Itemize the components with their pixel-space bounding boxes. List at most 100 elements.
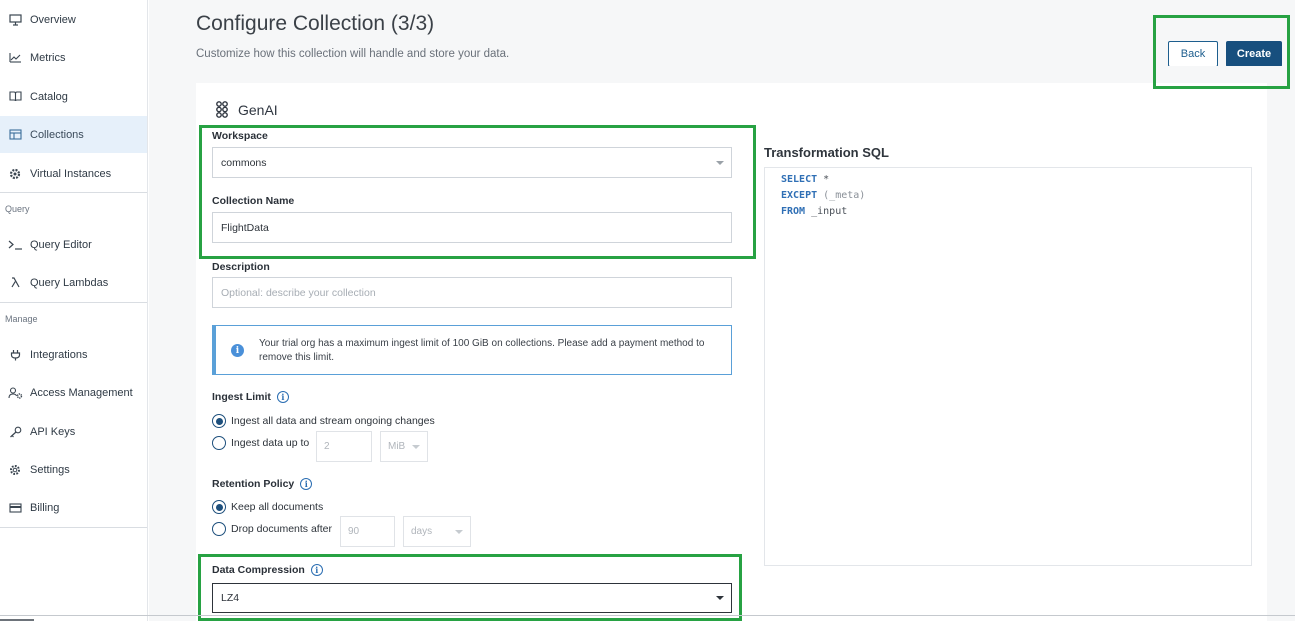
chevron-down-icon — [716, 160, 724, 165]
sidebar-item-label: Query Editor — [30, 238, 92, 251]
workspace-select[interactable]: commons — [212, 147, 732, 178]
sidebar-item-billing[interactable]: Billing — [0, 489, 147, 526]
retention-policy-label: Retention Policy i — [212, 478, 313, 490]
trial-limit-alert: i Your trial org has a maximum ingest li… — [212, 325, 732, 375]
retention-unit-select[interactable]: days — [403, 516, 471, 547]
page-title: Configure Collection (3/3) — [196, 12, 435, 35]
sidebar-item-label: Integrations — [30, 348, 88, 361]
ingest-limit-label: Ingest Limit i — [212, 391, 289, 403]
ingest-limit-label-text: Ingest Limit — [212, 391, 271, 403]
ingest-all-label: Ingest all data and stream ongoing chang… — [231, 415, 435, 427]
data-compression-label: Data Compression i — [212, 564, 323, 576]
chevron-down-icon — [455, 529, 463, 534]
ingest-up-to-radio[interactable] — [212, 436, 226, 450]
gear-chip-icon — [0, 168, 30, 180]
description-placeholder: Optional: describe your collection — [221, 286, 376, 299]
keep-all-option[interactable]: Keep all documents — [212, 500, 323, 514]
sql-keyword: SELECT — [781, 174, 818, 185]
sql-text: _meta — [829, 190, 860, 201]
ingest-amount-value: 2 — [324, 441, 330, 452]
sql-keyword: FROM — [781, 206, 806, 217]
sidebar-item-collections[interactable]: Collections — [0, 116, 147, 153]
ingest-up-to-option[interactable]: Ingest data up to — [212, 436, 309, 450]
chevron-down-icon — [412, 444, 420, 449]
collection-name-label: Collection Name — [212, 195, 295, 207]
retention-amount-input[interactable]: 90 — [340, 516, 395, 547]
transformation-sql-title: Transformation SQL — [764, 145, 889, 160]
data-compression-select[interactable]: LZ4 — [212, 583, 732, 613]
sidebar-item-access-management[interactable]: Access Management — [0, 374, 147, 411]
sidebar: Overview Metrics Catalog Collections Vir… — [0, 0, 148, 621]
sql-line-2: EXCEPT (_meta) — [781, 190, 865, 201]
sidebar-item-label: Virtual Instances — [30, 167, 112, 180]
sidebar-section-manage: Manage — [5, 314, 38, 324]
sidebar-item-label: Access Management — [30, 386, 133, 399]
sidebar-section-query: Query — [5, 204, 30, 214]
sql-line-3: FROM _input — [781, 206, 847, 217]
sql-editor[interactable]: SELECT * EXCEPT (_meta) FROM _input — [764, 167, 1252, 566]
sidebar-item-label: Settings — [30, 463, 70, 476]
sql-paren: ) — [859, 190, 866, 201]
monitor-icon — [0, 13, 30, 26]
collection-name-value: FlightData — [221, 221, 269, 234]
sql-text: _input — [805, 206, 848, 217]
ingest-unit-value: MiB — [388, 441, 406, 452]
sidebar-item-label: Billing — [30, 501, 60, 514]
sql-text: * — [817, 174, 830, 185]
info-icon[interactable]: i — [310, 564, 323, 576]
workspace-value: commons — [221, 156, 267, 169]
ingest-all-radio[interactable] — [212, 414, 226, 428]
info-icon[interactable]: i — [300, 478, 313, 490]
gear-icon — [0, 464, 30, 476]
ingest-all-option[interactable]: Ingest all data and stream ongoing chang… — [212, 414, 435, 428]
sidebar-item-metrics[interactable]: Metrics — [0, 39, 147, 76]
sidebar-item-catalog[interactable]: Catalog — [0, 78, 147, 115]
sidebar-item-query-editor[interactable]: Query Editor — [0, 226, 147, 263]
source-name: GenAI — [238, 101, 278, 118]
data-compression-label-text: Data Compression — [212, 564, 305, 576]
key-icon — [0, 426, 30, 438]
lambda-icon — [0, 277, 30, 288]
drop-after-label: Drop documents after — [231, 523, 332, 535]
source-header: GenAI — [215, 101, 278, 118]
sql-paren: ( — [817, 190, 830, 201]
sidebar-item-label: Metrics — [30, 51, 66, 64]
retention-amount-value: 90 — [348, 526, 360, 537]
retention-unit-value: days — [411, 526, 433, 537]
drop-after-option[interactable]: Drop documents after — [212, 522, 332, 536]
back-button[interactable]: Back — [1168, 41, 1218, 67]
table-icon — [0, 129, 30, 140]
ingest-unit-select[interactable]: MiB — [380, 431, 428, 462]
ingest-amount-input[interactable]: 2 — [316, 431, 372, 462]
sidebar-item-overview[interactable]: Overview — [0, 1, 147, 38]
sidebar-item-api-keys[interactable]: API Keys — [0, 413, 147, 450]
sidebar-item-virtual-instances[interactable]: Virtual Instances — [0, 155, 147, 192]
workspace-label: Workspace — [212, 130, 268, 142]
users-gear-icon — [0, 386, 30, 399]
sidebar-item-label: Overview — [30, 13, 76, 26]
collection-name-input[interactable]: FlightData — [212, 212, 732, 243]
create-button[interactable]: Create — [1226, 41, 1282, 67]
sidebar-divider — [0, 192, 147, 193]
sidebar-divider — [0, 527, 147, 528]
sidebar-item-settings[interactable]: Settings — [0, 451, 147, 488]
data-compression-value: LZ4 — [221, 592, 240, 604]
sidebar-item-query-lambdas[interactable]: Query Lambdas — [0, 264, 147, 301]
retention-policy-label-text: Retention Policy — [212, 478, 295, 490]
description-label: Description — [212, 261, 270, 273]
drop-after-radio[interactable] — [212, 522, 226, 536]
chart-icon — [0, 52, 30, 63]
info-icon[interactable]: i — [276, 391, 289, 403]
description-input[interactable]: Optional: describe your collection — [212, 277, 732, 308]
sidebar-item-integrations[interactable]: Integrations — [0, 336, 147, 373]
keep-all-radio[interactable] — [212, 500, 226, 514]
terminal-icon — [0, 239, 30, 250]
alert-text: Your trial org has a maximum ingest limi… — [259, 338, 705, 363]
chevron-down-icon — [716, 596, 724, 600]
page-subtitle: Customize how this collection will handl… — [196, 48, 510, 60]
sidebar-item-label: API Keys — [30, 425, 76, 438]
sidebar-item-label: Query Lambdas — [30, 276, 109, 289]
sidebar-divider — [0, 302, 147, 303]
info-icon: i — [231, 344, 244, 357]
plug-icon — [0, 349, 30, 361]
